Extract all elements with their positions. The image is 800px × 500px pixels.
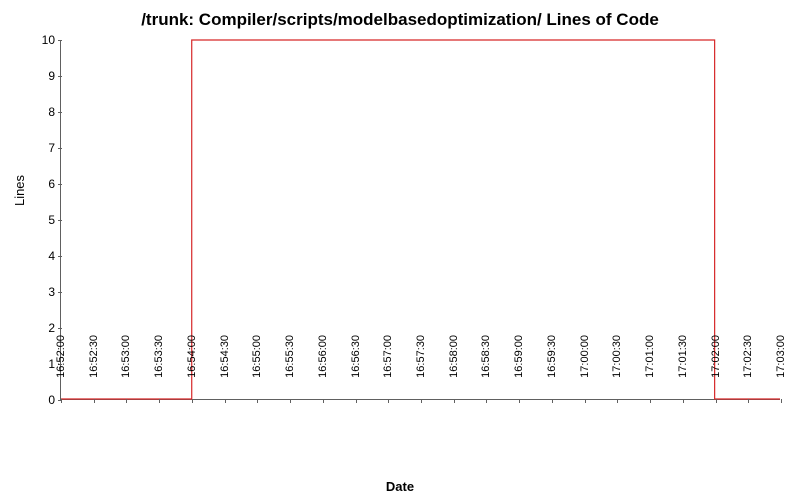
loc-chart: /trunk: Compiler/scripts/modelbasedoptim…: [0, 0, 800, 500]
x-tick: 16:52:30: [88, 335, 100, 405]
y-tick: 4: [25, 249, 61, 263]
plot-area: 01234567891016:52:0016:52:3016:53:0016:5…: [60, 40, 780, 400]
x-tick: 16:54:30: [219, 335, 231, 405]
x-axis-label: Date: [0, 479, 800, 494]
y-tick: 7: [25, 141, 61, 155]
y-tick: 9: [25, 69, 61, 83]
x-tick: 17:00:30: [611, 335, 623, 405]
x-tick: 16:52:00: [55, 335, 67, 405]
x-tick: 16:55:00: [251, 335, 263, 405]
x-tick: 17:03:00: [775, 335, 787, 405]
x-tick: 16:54:00: [186, 335, 198, 405]
x-tick: 17:01:30: [677, 335, 689, 405]
x-tick: 16:59:00: [513, 335, 525, 405]
x-tick: 17:02:00: [710, 335, 722, 405]
x-tick: 16:58:00: [448, 335, 460, 405]
chart-title: /trunk: Compiler/scripts/modelbasedoptim…: [0, 10, 800, 30]
y-tick: 3: [25, 285, 61, 299]
x-tick: 16:53:00: [120, 335, 132, 405]
x-tick: 16:56:00: [317, 335, 329, 405]
x-tick: 16:57:00: [382, 335, 394, 405]
x-tick: 16:58:30: [480, 335, 492, 405]
y-tick: 10: [25, 33, 61, 47]
y-tick: 5: [25, 213, 61, 227]
x-tick: 17:01:00: [644, 335, 656, 405]
x-tick: 16:59:30: [546, 335, 558, 405]
y-tick: 2: [25, 321, 61, 335]
x-tick: 16:56:30: [350, 335, 362, 405]
y-tick: 8: [25, 105, 61, 119]
x-tick: 17:00:00: [579, 335, 591, 405]
x-tick: 16:57:30: [415, 335, 427, 405]
x-tick: 17:02:30: [742, 335, 754, 405]
x-tick: 16:55:30: [284, 335, 296, 405]
y-tick: 6: [25, 177, 61, 191]
x-tick: 16:53:30: [153, 335, 165, 405]
